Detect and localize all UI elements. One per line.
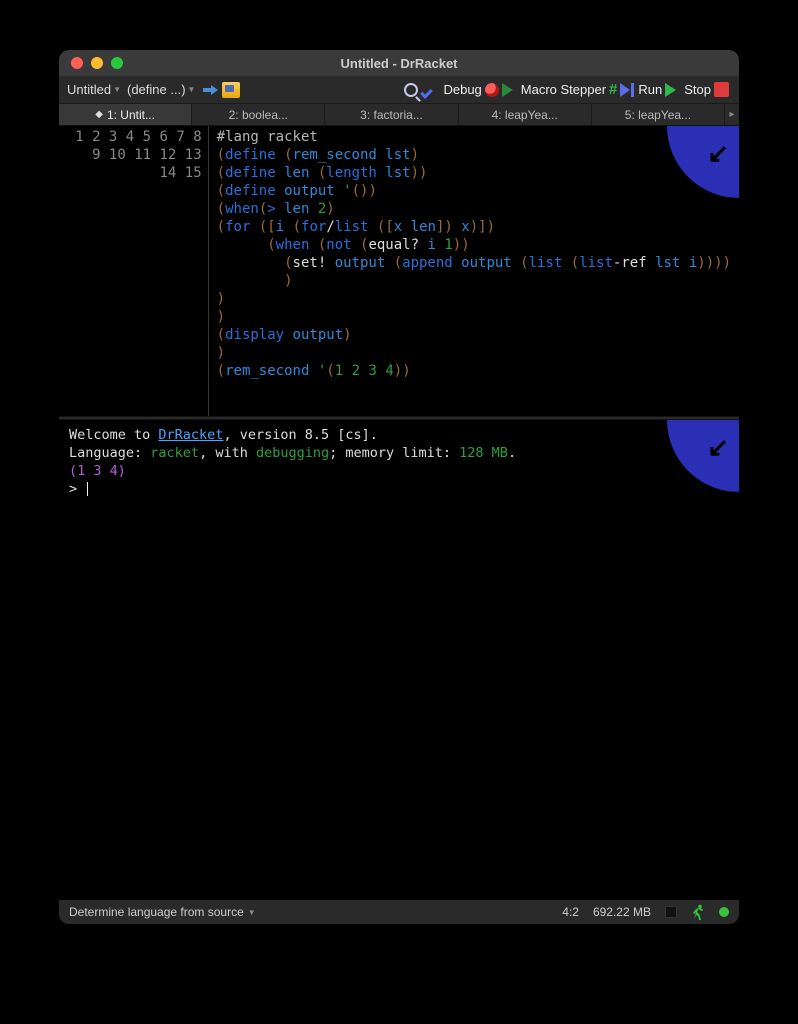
define-menu-dropdown[interactable]: (define ...) ▼ — [127, 82, 195, 97]
arrow-right-icon — [203, 85, 219, 95]
hash-icon: # — [609, 81, 617, 98]
text: Language: — [69, 445, 150, 461]
run-label: Run — [638, 82, 662, 97]
stop-button[interactable]: Stop — [682, 81, 731, 98]
repl-output[interactable]: Welcome to DrRacket, version 8.5 [cs]. L… — [59, 420, 739, 504]
repl-welcome-line: Welcome to DrRacket, version 8.5 [cs]. — [69, 426, 729, 444]
language-selector[interactable]: Determine language from source ▼ — [69, 905, 256, 919]
text: ; memory limit: — [329, 445, 459, 461]
interactions-pane[interactable]: Welcome to DrRacket, version 8.5 [cs]. L… — [59, 420, 739, 900]
running-man-icon[interactable] — [691, 904, 705, 920]
code-editor[interactable]: #lang racket (define (rem_second lst) (d… — [209, 126, 739, 416]
window-title: Untitled - DrRacket — [59, 56, 739, 71]
check-syntax-button[interactable] — [402, 82, 437, 98]
status-bar: Determine language from source ▼ 4:2 692… — [59, 900, 739, 924]
play-icon — [502, 83, 513, 97]
tab-label: 3: factoria... — [360, 108, 423, 122]
drracket-window: Untitled - DrRacket Untitled ▼ (define .… — [59, 50, 739, 924]
define-menu-label: (define ...) — [127, 82, 186, 97]
tab-5[interactable]: 5: leapYea... — [592, 104, 725, 125]
tab-label: 1: Untit... — [107, 108, 155, 122]
window-controls — [59, 57, 123, 69]
tab-4[interactable]: 4: leapYea... — [459, 104, 592, 125]
memory-limit: 128 MB — [459, 445, 508, 461]
titlebar[interactable]: Untitled - DrRacket — [59, 50, 739, 76]
text: , version 8.5 [cs]. — [223, 427, 377, 443]
minimize-window-button[interactable] — [91, 57, 103, 69]
debug-mode: debugging — [256, 445, 329, 461]
repl-language-line: Language: racket, with debugging; memory… — [69, 444, 729, 462]
macro-stepper-label: Macro Stepper — [521, 82, 606, 97]
toolbar: Untitled ▼ (define ...) ▼ Debug — [59, 76, 739, 104]
tab-2[interactable]: 2: boolea... — [192, 104, 325, 125]
drracket-link[interactable]: DrRacket — [158, 427, 223, 443]
debug-label: Debug — [443, 82, 481, 97]
macro-stepper-button[interactable]: Macro Stepper # — [519, 80, 633, 99]
chevron-down-icon: ▼ — [248, 908, 256, 917]
unsaved-indicator-icon: ◆ — [95, 109, 103, 120]
file-menu-label: Untitled — [67, 82, 111, 97]
memory-usage[interactable]: 692.22 MB — [593, 905, 651, 919]
close-window-button[interactable] — [71, 57, 83, 69]
language-selector-label: Determine language from source — [69, 905, 244, 919]
tab-3[interactable]: 3: factoria... — [325, 104, 458, 125]
chevron-down-icon: ▼ — [113, 85, 121, 94]
text: Welcome to — [69, 427, 158, 443]
step-forward-icon — [620, 83, 630, 97]
repl-prompt-line[interactable]: > — [69, 480, 729, 498]
save-icon — [222, 82, 240, 98]
search-icon — [404, 83, 418, 97]
stop-label: Stop — [684, 82, 711, 97]
debug-button[interactable]: Debug — [441, 81, 514, 98]
tab-1[interactable]: ◆ 1: Untit... — [59, 104, 192, 125]
tab-label: 4: leapYea... — [492, 108, 558, 122]
check-icon — [421, 83, 435, 97]
text: . — [508, 445, 516, 461]
tab-overflow-button[interactable]: ▸ — [725, 104, 739, 125]
zoom-window-button[interactable] — [111, 57, 123, 69]
play-icon — [665, 83, 676, 97]
definitions-pane[interactable]: 1 2 3 4 5 6 7 8 9 10 11 12 13 14 15 #lan… — [59, 126, 739, 416]
repl-prompt: > — [69, 481, 77, 497]
tab-label: 2: boolea... — [229, 108, 288, 122]
file-menu-dropdown[interactable]: Untitled ▼ — [67, 82, 121, 97]
gc-indicator[interactable] — [665, 906, 677, 918]
language-name: racket — [150, 445, 199, 461]
bug-icon — [485, 83, 499, 97]
chevron-down-icon: ▼ — [188, 85, 196, 94]
run-button[interactable]: Run — [636, 81, 678, 98]
status-dot-icon[interactable] — [719, 907, 729, 917]
tab-label: 5: leapYea... — [625, 108, 691, 122]
save-button[interactable] — [201, 81, 242, 99]
line-gutter: 1 2 3 4 5 6 7 8 9 10 11 12 13 14 15 — [59, 126, 209, 416]
text-cursor — [87, 482, 88, 496]
stop-icon — [714, 82, 729, 97]
tab-bar: ◆ 1: Untit... 2: boolea... 3: factoria..… — [59, 104, 739, 126]
text: , with — [199, 445, 256, 461]
repl-program-output: (1 3 4) — [69, 462, 729, 480]
cursor-position[interactable]: 4:2 — [562, 905, 579, 919]
